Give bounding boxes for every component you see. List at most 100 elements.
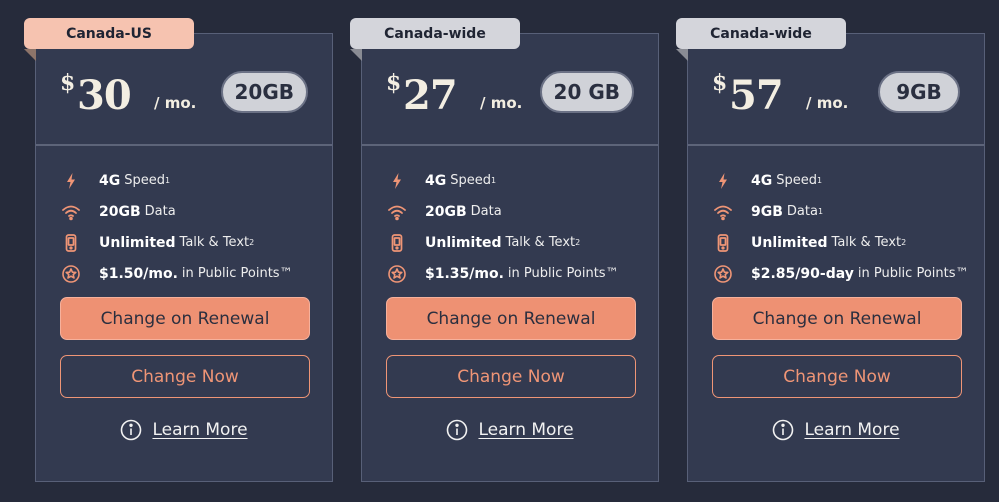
learn-more-link[interactable]: Learn More <box>688 419 984 441</box>
change-on-renewal-button[interactable]: Change on Renewal <box>386 297 636 340</box>
card-divider <box>362 144 658 146</box>
feature-talk-label: Talk & Text <box>505 235 576 250</box>
feature-speed-value: 4G <box>425 172 447 189</box>
change-on-renewal-button[interactable]: Change on Renewal <box>712 297 962 340</box>
phone-icon <box>712 232 734 254</box>
info-icon <box>772 419 794 441</box>
price-amount: 27 <box>403 72 458 119</box>
plan-region-tab: Canada-US <box>24 18 194 49</box>
wifi-icon <box>712 201 734 223</box>
card-divider <box>688 144 984 146</box>
feature-list: 4G Speed 1 9GB Data 1 Unlimited Talk & T… <box>712 165 974 289</box>
footnote-marker: 1 <box>491 176 497 185</box>
feature-talk-value: Unlimited <box>425 234 502 251</box>
phone-icon <box>386 232 408 254</box>
feature-data-label: Data <box>470 204 502 219</box>
feature-speed-value: 4G <box>99 172 121 189</box>
footnote-marker: 2 <box>249 238 255 247</box>
plan-card-canada-us: Canada-US $ 30 / mo. 20GB 4G Speed 1 20G <box>24 18 333 482</box>
price-row: $ 27 / mo. 20 GB <box>386 70 634 120</box>
feature-data: 20GB Data <box>60 196 322 227</box>
price-amount: 30 <box>77 72 132 119</box>
feature-list: 4G Speed 1 20GB Data Unlimited Talk & Te… <box>386 165 648 289</box>
data-amount-badge: 20GB <box>220 71 308 113</box>
plan-card-canada-wide-90-day: Canada-wide $ 57 / mo. 9GB 4G Speed 1 9G <box>676 18 985 482</box>
feature-points: $1.50/mo. in Public Points™ <box>60 258 322 289</box>
feature-points: $2.85/90-day in Public Points™ <box>712 258 974 289</box>
feature-speed-value: 4G <box>751 172 773 189</box>
feature-points-value: $2.85/90-day <box>751 265 854 282</box>
info-icon <box>120 419 142 441</box>
star-points-icon <box>712 263 734 285</box>
feature-talk-value: Unlimited <box>751 234 828 251</box>
feature-points-label: in Public Points™ <box>507 266 619 281</box>
learn-more-link[interactable]: Learn More <box>36 419 332 441</box>
wifi-icon <box>386 201 408 223</box>
feature-speed: 4G Speed 1 <box>386 165 648 196</box>
lightning-icon <box>386 170 408 192</box>
plan-region-tab: Canada-wide <box>350 18 520 49</box>
lightning-icon <box>60 170 82 192</box>
price-row: $ 57 / mo. 9GB <box>712 70 960 120</box>
feature-talk-label: Talk & Text <box>179 235 250 250</box>
learn-more-link[interactable]: Learn More <box>362 419 658 441</box>
tab-fold-decoration <box>24 49 36 61</box>
feature-speed: 4G Speed 1 <box>60 165 322 196</box>
feature-speed-label: Speed <box>450 173 491 188</box>
feature-points-value: $1.50/mo. <box>99 265 178 282</box>
feature-data: 20GB Data <box>386 196 648 227</box>
feature-data: 9GB Data 1 <box>712 196 974 227</box>
footnote-marker: 2 <box>575 238 581 247</box>
currency-symbol: $ <box>60 70 76 96</box>
feature-speed: 4G Speed 1 <box>712 165 974 196</box>
footnote-marker: 1 <box>817 207 824 216</box>
info-icon <box>446 419 468 441</box>
price-row: $ 30 / mo. 20GB <box>60 70 308 120</box>
price-period: / mo. <box>154 94 197 112</box>
feature-speed-label: Speed <box>776 173 817 188</box>
feature-data-value: 20GB <box>99 203 141 220</box>
feature-data-label: Data <box>786 204 818 219</box>
star-points-icon <box>60 263 82 285</box>
feature-points-label: in Public Points™ <box>857 266 969 281</box>
currency-symbol: $ <box>386 70 402 96</box>
feature-speed-label: Speed <box>124 173 165 188</box>
feature-talk-text: Unlimited Talk & Text 2 <box>60 227 322 258</box>
tab-fold-decoration <box>676 49 688 61</box>
data-amount-badge: 20 GB <box>539 71 634 113</box>
feature-list: 4G Speed 1 20GB Data Unlimited Talk & Te… <box>60 165 322 289</box>
footnote-marker: 1 <box>817 176 823 185</box>
learn-more-label[interactable]: Learn More <box>478 420 573 440</box>
feature-data-value: 20GB <box>425 203 467 220</box>
feature-talk-text: Unlimited Talk & Text 2 <box>386 227 648 258</box>
feature-data-value: 9GB <box>751 203 783 220</box>
feature-points-label: in Public Points™ <box>181 266 293 281</box>
change-now-button[interactable]: Change Now <box>386 355 636 398</box>
price-amount: 57 <box>729 72 784 119</box>
feature-data-label: Data <box>144 204 176 219</box>
change-now-button[interactable]: Change Now <box>60 355 310 398</box>
learn-more-label[interactable]: Learn More <box>804 420 899 440</box>
price-period: / mo. <box>480 94 523 112</box>
star-points-icon <box>386 263 408 285</box>
plan-cards: Canada-US $ 30 / mo. 20GB 4G Speed 1 20G <box>0 0 999 502</box>
footnote-marker: 1 <box>165 176 171 185</box>
currency-symbol: $ <box>712 70 728 96</box>
feature-talk-value: Unlimited <box>99 234 176 251</box>
feature-points: $1.35/mo. in Public Points™ <box>386 258 648 289</box>
footnote-marker: 2 <box>901 238 907 247</box>
plan-card-canada-wide: Canada-wide $ 27 / mo. 20 GB 4G Speed 1 <box>350 18 659 482</box>
lightning-icon <box>712 170 734 192</box>
phone-icon <box>60 232 82 254</box>
change-now-button[interactable]: Change Now <box>712 355 962 398</box>
data-amount-badge: 9GB <box>878 71 960 113</box>
wifi-icon <box>60 201 82 223</box>
plan-region-tab: Canada-wide <box>676 18 846 49</box>
price-period: / mo. <box>806 94 849 112</box>
tab-fold-decoration <box>350 49 362 61</box>
feature-talk-text: Unlimited Talk & Text 2 <box>712 227 974 258</box>
change-on-renewal-button[interactable]: Change on Renewal <box>60 297 310 340</box>
feature-points-value: $1.35/mo. <box>425 265 504 282</box>
feature-talk-label: Talk & Text <box>831 235 902 250</box>
learn-more-label[interactable]: Learn More <box>152 420 247 440</box>
